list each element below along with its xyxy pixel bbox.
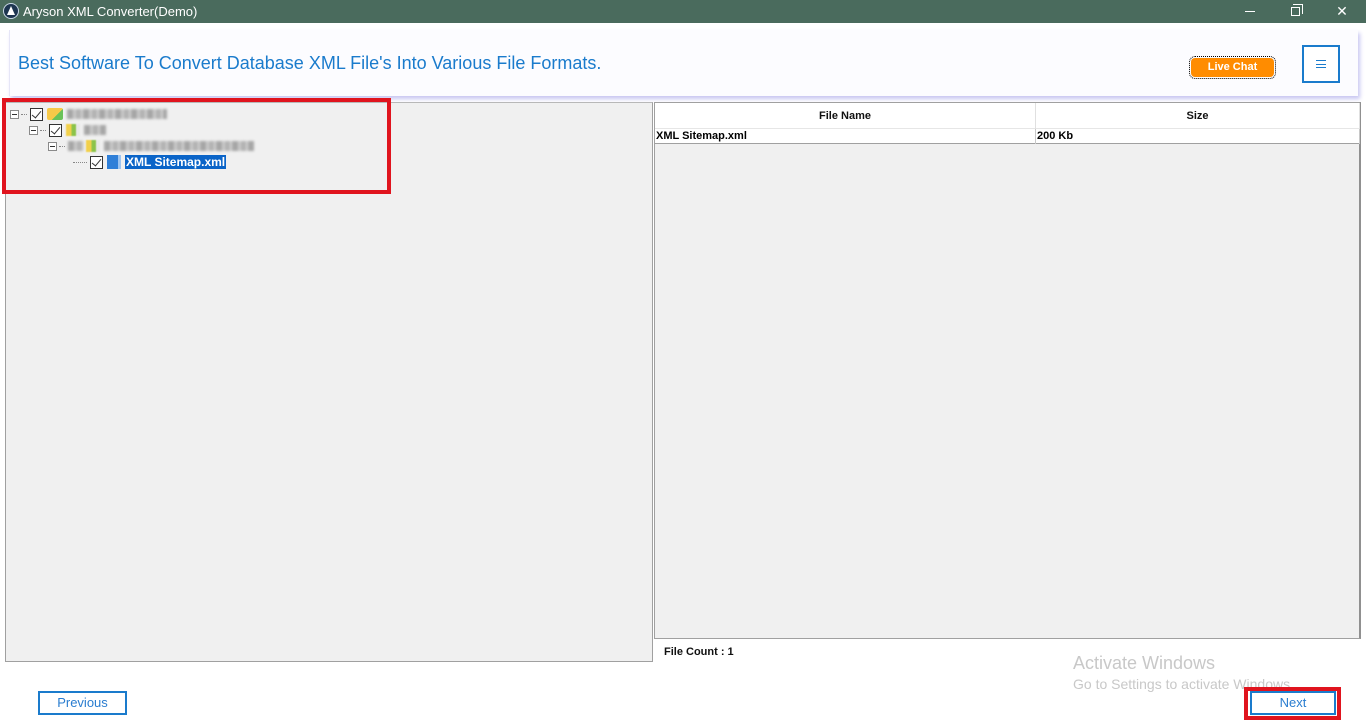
file-count-label: File Count : 1 — [664, 646, 734, 658]
close-icon: ✕ — [1336, 3, 1348, 19]
tree-connector — [73, 161, 87, 163]
collapse-toggle-icon[interactable] — [10, 109, 19, 119]
hamburger-menu-icon — [1316, 60, 1326, 68]
previous-button[interactable]: Previous — [38, 691, 127, 715]
app-logo-icon — [3, 3, 19, 19]
column-header-size[interactable]: Size — [1036, 103, 1360, 129]
restore-button[interactable] — [1273, 0, 1319, 23]
tree-connector — [21, 113, 27, 115]
minimize-button[interactable] — [1227, 0, 1273, 23]
tree-connector — [59, 145, 65, 147]
next-button[interactable]: Next — [1250, 691, 1336, 715]
xml-file-icon — [107, 155, 121, 169]
tree-checkbox[interactable] — [90, 155, 103, 169]
header-banner: Best Software To Convert Database XML Fi… — [9, 30, 1358, 96]
minimize-icon — [1245, 11, 1255, 12]
watermark-title: Activate Windows — [1073, 653, 1216, 673]
title-bar: Aryson XML Converter(Demo) ✕ — [0, 0, 1366, 23]
tree-checkbox[interactable] — [49, 123, 62, 137]
tree-node-level2[interactable]: [blurred] — [48, 138, 254, 154]
tree-node-level1[interactable]: [blurred] — [29, 122, 106, 138]
grid-header: File Name Size — [655, 103, 1360, 129]
cell-size: 200 Kb — [1036, 129, 1360, 144]
tree-checkbox-blurred[interactable] — [68, 141, 84, 151]
tree-node-xml-file[interactable]: XML Sitemap.xml — [73, 154, 227, 170]
collapse-toggle-icon[interactable] — [29, 125, 38, 135]
close-button[interactable]: ✕ — [1319, 0, 1365, 23]
tree-label-selected[interactable]: XML Sitemap.xml — [125, 155, 227, 169]
tree-label-blurred: [blurred] — [67, 109, 167, 119]
activate-windows-watermark: Activate Windows Go to Settings to activ… — [1073, 652, 1294, 694]
window-title: Aryson XML Converter(Demo) — [23, 4, 198, 19]
tree-node-root[interactable]: [blurred] — [10, 106, 167, 122]
banner-headline: Best Software To Convert Database XML Fi… — [18, 53, 602, 73]
live-chat-button[interactable]: Live Chat — [1189, 56, 1276, 79]
database-icon — [86, 140, 100, 152]
tree-label-blurred: [blurred] — [104, 141, 254, 151]
file-list-grid: File Name Size XML Sitemap.xml 200 Kb — [654, 102, 1361, 639]
collapse-toggle-icon[interactable] — [48, 141, 57, 151]
column-header-file-name[interactable]: File Name — [655, 103, 1036, 129]
folder-tree-panel: [blurred] [blurred] [blurred] XML Sitema… — [5, 102, 653, 662]
tree-label-blurred: [blurred] — [84, 125, 106, 135]
menu-button[interactable] — [1302, 45, 1340, 83]
folder-checked-icon — [47, 108, 63, 120]
database-icon — [66, 124, 80, 136]
cell-file-name: XML Sitemap.xml — [655, 129, 1036, 144]
tree-connector — [40, 129, 46, 131]
tree-checkbox[interactable] — [30, 107, 43, 121]
restore-icon — [1291, 4, 1303, 16]
table-row[interactable]: XML Sitemap.xml 200 Kb — [655, 129, 1360, 144]
